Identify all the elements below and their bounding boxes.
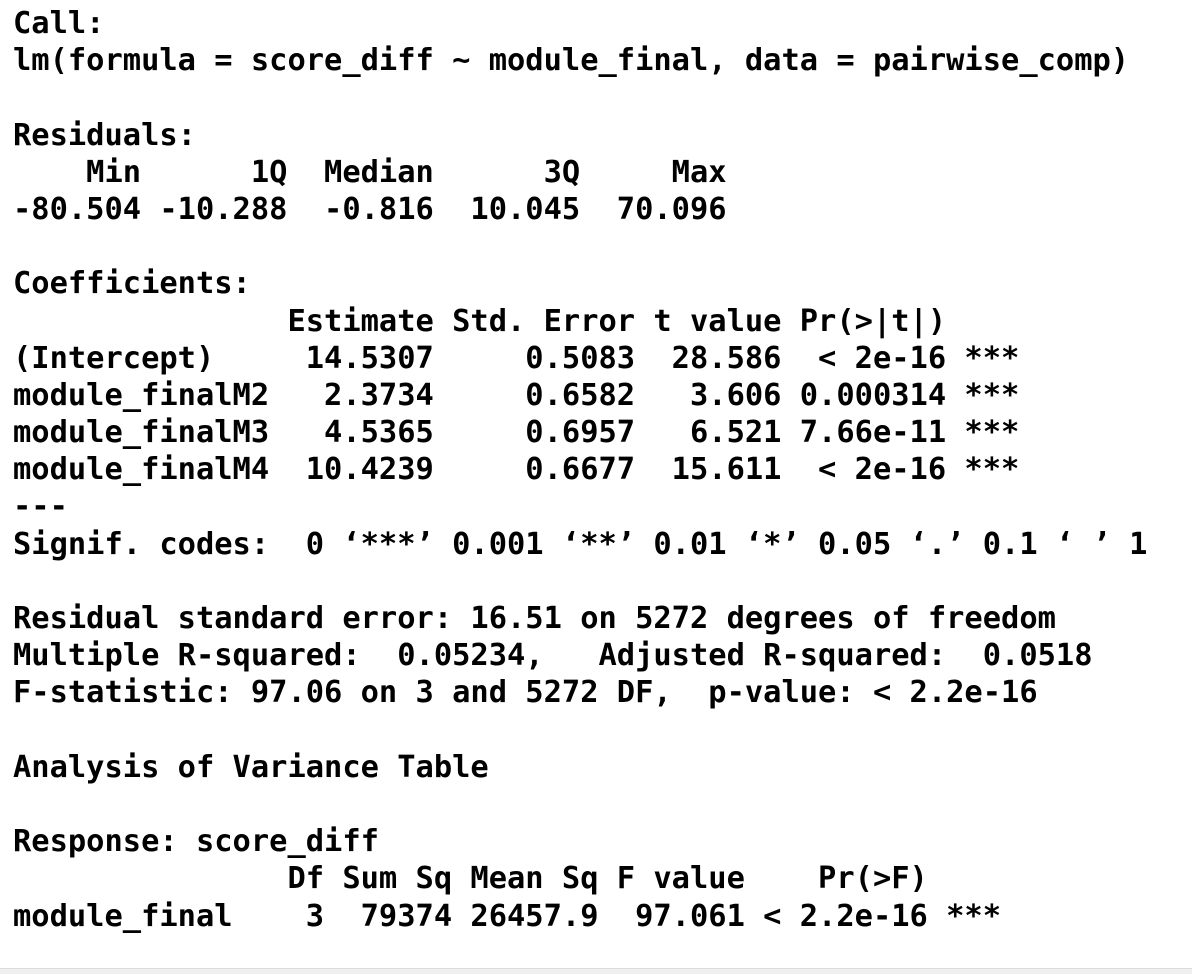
residual-standard-error-line: Residual standard error: 16.51 on 5272 d… — [13, 601, 1056, 636]
coefficients-heading: Coefficients: — [13, 266, 251, 302]
signif-codes-line: Signif. codes: 0 ‘***’ 0.001 ‘**’ 0.01 ‘… — [13, 526, 1148, 562]
call-formula: lm(formula = score_diff ~ module_final, … — [13, 43, 1130, 79]
panel-bottom-border — [0, 968, 1192, 974]
residuals-values-row: -80.504 -10.288 -0.816 10.045 70.096 — [13, 191, 745, 227]
coefficients-row-m4: module_finalM4 10.4239 0.6677 15.611 < 2… — [13, 452, 1020, 488]
separator-line: --- — [13, 489, 68, 525]
coefficients-row-m2: module_finalM2 2.3734 0.6582 3.606 0.000… — [13, 377, 1020, 413]
coefficients-row-intercept: (Intercept) 14.5307 0.5083 28.586 < 2e-1… — [13, 340, 1020, 376]
anova-row-module-final: module_final 3 79374 26457.9 97.061 < 2.… — [13, 898, 1002, 934]
coefficients-row-m3: module_finalM3 4.5365 0.6957 6.521 7.66e… — [13, 415, 1020, 451]
residuals-header-row: Min 1Q Median 3Q Max — [13, 154, 745, 190]
console-output-text: Call: lm(formula = score_diff ~ module_fi… — [13, 5, 1192, 935]
response-line: Response: score_diff — [13, 824, 379, 860]
r-squared-line: Multiple R-squared: 0.05234, Adjusted R-… — [13, 638, 1111, 674]
f-statistic-line: F-statistic: 97.06 on 3 and 5272 DF, p-v… — [13, 675, 1038, 711]
call-heading: Call: — [13, 6, 105, 41]
coefficients-header-row: Estimate Std. Error t value Pr(>|t|) — [13, 303, 1020, 339]
anova-heading: Analysis of Variance Table — [13, 749, 489, 785]
residuals-heading: Residuals: — [13, 117, 196, 153]
anova-header-row: Df Sum Sq Mean Sq F value Pr(>F) — [13, 861, 1002, 897]
console-output-panel: Call: lm(formula = score_diff ~ module_fi… — [0, 0, 1192, 968]
